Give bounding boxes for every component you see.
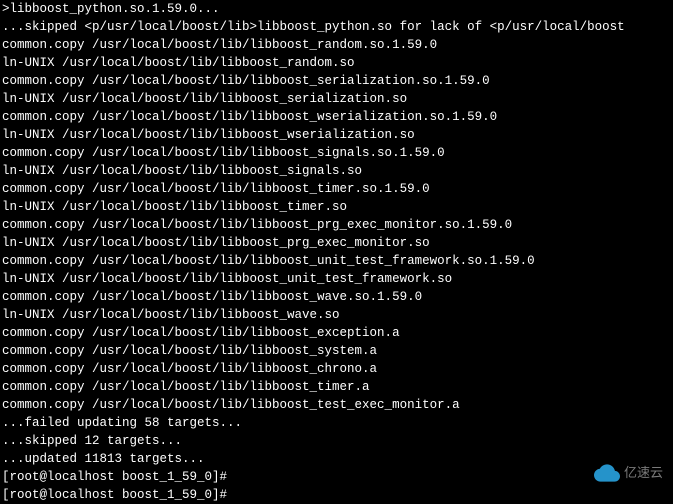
watermark-text: 亿速云 xyxy=(624,464,663,482)
cloud-icon xyxy=(594,460,620,486)
terminal-line: ln-UNIX /usr/local/boost/lib/libboost_se… xyxy=(2,90,671,108)
terminal-line: common.copy /usr/local/boost/lib/libboos… xyxy=(2,288,671,306)
terminal-line: common.copy /usr/local/boost/lib/libboos… xyxy=(2,378,671,396)
terminal-line: [root@localhost boost_1_59_0]# xyxy=(2,486,671,504)
terminal-line: ...skipped 12 targets... xyxy=(2,432,671,450)
terminal-line: ...updated 11813 targets... xyxy=(2,450,671,468)
terminal-line: common.copy /usr/local/boost/lib/libboos… xyxy=(2,36,671,54)
terminal-line: ln-UNIX /usr/local/boost/lib/libboost_ws… xyxy=(2,126,671,144)
terminal-line: common.copy /usr/local/boost/lib/libboos… xyxy=(2,180,671,198)
terminal-line: >libboost_python.so.1.59.0... xyxy=(2,0,671,18)
watermark: 亿速云 xyxy=(594,460,663,486)
terminal-line: ln-UNIX /usr/local/boost/lib/libboost_pr… xyxy=(2,234,671,252)
terminal-line: ...skipped <p/usr/local/boost/lib>libboo… xyxy=(2,18,671,36)
terminal-line: common.copy /usr/local/boost/lib/libboos… xyxy=(2,108,671,126)
terminal-line: [root@localhost boost_1_59_0]# xyxy=(2,468,671,486)
terminal-line: common.copy /usr/local/boost/lib/libboos… xyxy=(2,252,671,270)
terminal-line: ln-UNIX /usr/local/boost/lib/libboost_si… xyxy=(2,162,671,180)
terminal-line: common.copy /usr/local/boost/lib/libboos… xyxy=(2,360,671,378)
terminal-line: common.copy /usr/local/boost/lib/libboos… xyxy=(2,342,671,360)
terminal-line: common.copy /usr/local/boost/lib/libboos… xyxy=(2,396,671,414)
terminal-line: common.copy /usr/local/boost/lib/libboos… xyxy=(2,72,671,90)
terminal-line: ln-UNIX /usr/local/boost/lib/libboost_ti… xyxy=(2,198,671,216)
terminal-line: ln-UNIX /usr/local/boost/lib/libboost_wa… xyxy=(2,306,671,324)
terminal-line: common.copy /usr/local/boost/lib/libboos… xyxy=(2,324,671,342)
terminal-line: ln-UNIX /usr/local/boost/lib/libboost_un… xyxy=(2,270,671,288)
terminal-line: ln-UNIX /usr/local/boost/lib/libboost_ra… xyxy=(2,54,671,72)
terminal-line: common.copy /usr/local/boost/lib/libboos… xyxy=(2,144,671,162)
terminal-line: common.copy /usr/local/boost/lib/libboos… xyxy=(2,216,671,234)
terminal-line: ...failed updating 58 targets... xyxy=(2,414,671,432)
terminal-output[interactable]: >libboost_python.so.1.59.0......skipped … xyxy=(0,0,673,504)
